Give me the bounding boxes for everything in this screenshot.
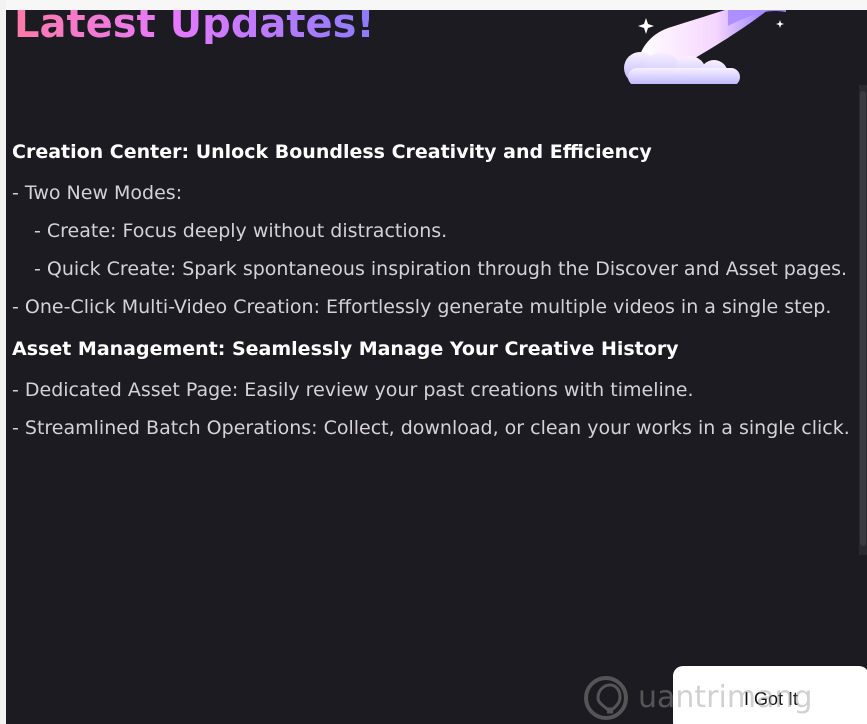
section-line: - Quick Create: Spark spontaneous inspir… — [34, 257, 848, 280]
section-line: - Streamlined Batch Operations: Collect,… — [12, 416, 850, 439]
section-line: - Create: Focus deeply without distracti… — [34, 219, 448, 242]
updates-content: Creation Center: Unlock Boundless Creati… — [12, 141, 852, 447]
dialog-title: Latest Updates! — [14, 10, 375, 44]
content-scrollbar[interactable] — [859, 85, 867, 555]
rocket-illustration — [624, 10, 786, 84]
section-title-asset-management: Asset Management: Seamlessly Manage Your… — [12, 337, 679, 360]
updates-dialog: Latest Updates! Creation Center: Unlock … — [6, 10, 867, 724]
app-frame: Latest Updates! Creation Center: Unlock … — [0, 0, 867, 724]
section-line: - Dedicated Asset Page: Easily review yo… — [12, 378, 694, 401]
scrollbar-thumb[interactable] — [860, 91, 866, 546]
section-title-creation: Creation Center: Unlock Boundless Creati… — [12, 141, 652, 163]
section-line: - One-Click Multi-Video Creation: Effort… — [12, 295, 832, 318]
section-line: - Two New Modes: — [12, 181, 183, 204]
top-edge — [0, 0, 867, 10]
got-it-button[interactable]: I Got It — [673, 666, 867, 724]
